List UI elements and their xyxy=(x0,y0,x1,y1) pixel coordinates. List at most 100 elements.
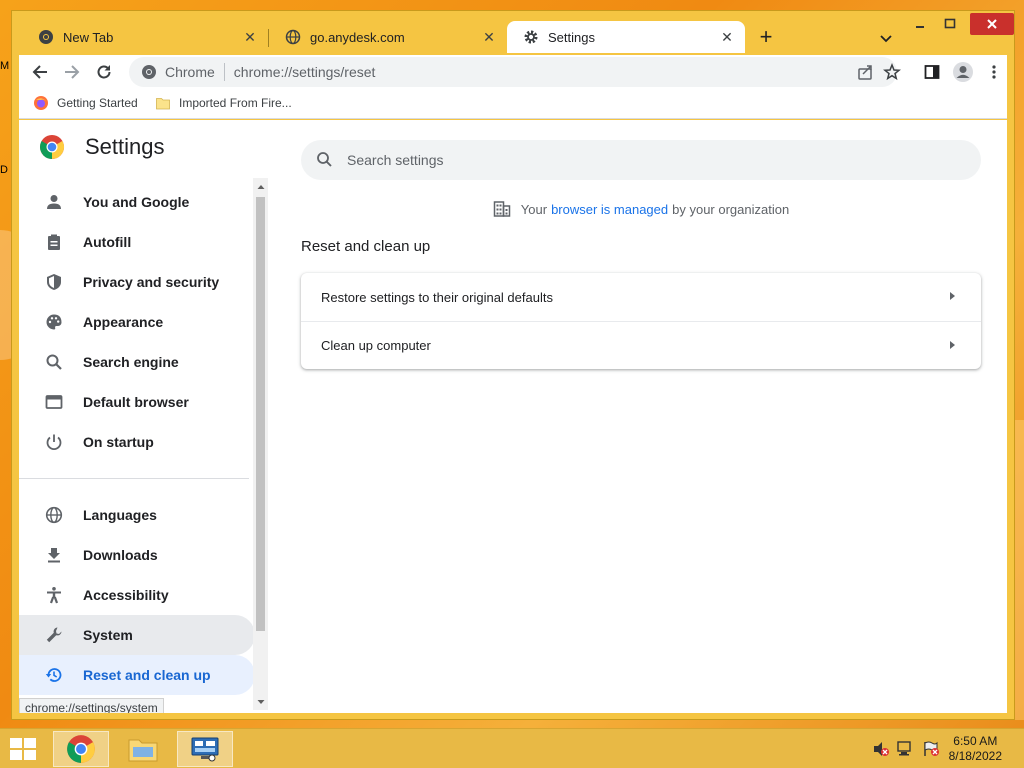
sidebar-item-label: You and Google xyxy=(83,194,190,210)
desktop-text-fragment: M xyxy=(0,60,10,72)
sidebar-item-label: On startup xyxy=(83,434,154,450)
managed-notice: Your browser is managed by your organiza… xyxy=(291,200,991,218)
clock-date: 8/18/2022 xyxy=(948,749,1002,763)
browser-window: New Tab ✕ go.anydesk.com ✕ Settings ✕ + xyxy=(11,10,1015,720)
minimize-button[interactable] xyxy=(907,13,933,35)
bookmark-label: Imported From Fire... xyxy=(179,96,292,110)
settings-page: Settings You and Google Autofill Privacy… xyxy=(19,120,1007,713)
taskbar-remote-desktop[interactable] xyxy=(177,731,233,767)
tab-strip: New Tab ✕ go.anydesk.com ✕ Settings ✕ + xyxy=(12,11,1014,55)
network-icon[interactable] xyxy=(897,741,915,757)
maximize-button[interactable] xyxy=(937,13,963,35)
managed-text-suffix: by your organization xyxy=(672,201,790,217)
clipboard-icon xyxy=(44,232,64,252)
restore-defaults-row[interactable]: Restore settings to their original defau… xyxy=(301,273,981,321)
sidebar-item-appearance[interactable]: Appearance xyxy=(19,302,255,342)
avatar-icon xyxy=(953,62,973,82)
close-icon[interactable]: ✕ xyxy=(242,29,258,45)
action-center-flag-icon[interactable] xyxy=(922,741,940,757)
sidebar-item-label: System xyxy=(83,627,133,643)
accessibility-icon xyxy=(44,585,64,605)
side-panel-button[interactable] xyxy=(919,59,945,85)
forward-button[interactable] xyxy=(59,59,85,85)
clean-up-computer-row[interactable]: Clean up computer xyxy=(301,321,981,369)
chrome-icon xyxy=(142,65,156,79)
close-icon[interactable]: ✕ xyxy=(719,29,735,45)
reload-icon xyxy=(97,65,111,79)
sidebar-item-label: Privacy and security xyxy=(83,274,220,290)
sidebar-item-search-engine[interactable]: Search engine xyxy=(19,342,255,382)
window-close-button[interactable] xyxy=(970,13,1014,35)
omnibox-site-label: Chrome xyxy=(165,64,215,80)
bookmarks-bar: Getting Started Imported From Fire... xyxy=(19,89,1007,119)
scroll-thumb[interactable] xyxy=(256,197,265,631)
sidebar-scrollbar[interactable] xyxy=(253,178,268,710)
windows-logo-icon xyxy=(10,738,36,760)
taskbar-chrome[interactable] xyxy=(53,731,109,767)
tab-anydesk[interactable]: go.anydesk.com ✕ xyxy=(269,21,507,53)
wrench-icon xyxy=(44,625,64,645)
system-clock[interactable]: 6:50 AM 8/18/2022 xyxy=(949,734,1002,764)
bookmark-getting-started[interactable]: Getting Started xyxy=(33,95,138,111)
download-icon xyxy=(44,545,64,565)
volume-muted-icon[interactable] xyxy=(872,741,890,757)
menu-button[interactable] xyxy=(981,59,1007,85)
tab-search-button[interactable] xyxy=(874,27,898,51)
more-vert-icon xyxy=(992,65,996,79)
reload-button[interactable] xyxy=(91,59,117,85)
back-arrow-icon xyxy=(32,65,47,79)
sidebar-item-accessibility[interactable]: Accessibility xyxy=(19,575,255,615)
sidebar-item-label: Search engine xyxy=(83,354,179,370)
tab-new-tab[interactable]: New Tab ✕ xyxy=(22,21,268,53)
arrow-right-icon xyxy=(950,341,955,349)
chevron-down-icon xyxy=(880,35,892,43)
omnibox-divider xyxy=(223,63,225,81)
sidebar-item-default-browser[interactable]: Default browser xyxy=(19,382,255,422)
tab-settings[interactable]: Settings ✕ xyxy=(507,21,745,53)
power-icon xyxy=(44,432,64,452)
back-button[interactable] xyxy=(27,59,53,85)
chrome-icon xyxy=(38,29,54,45)
sidebar-item-downloads[interactable]: Downloads xyxy=(19,535,255,575)
bookmark-imported-folder[interactable]: Imported From Fire... xyxy=(155,95,292,111)
settings-nav: You and Google Autofill Privacy and secu… xyxy=(19,182,255,695)
search-settings-box[interactable] xyxy=(301,140,981,180)
search-input[interactable] xyxy=(347,152,947,168)
section-title: Reset and clean up xyxy=(301,238,431,255)
share-icon[interactable] xyxy=(857,63,875,84)
taskbar-file-explorer[interactable] xyxy=(115,731,171,767)
settings-sidebar: Settings You and Google Autofill Privacy… xyxy=(19,120,271,713)
forward-arrow-icon xyxy=(65,65,80,79)
firefox-icon xyxy=(34,96,48,110)
chrome-logo-icon xyxy=(39,135,65,159)
bookmark-star-button[interactable] xyxy=(879,59,905,85)
search-icon xyxy=(317,152,332,167)
sidebar-item-on-startup[interactable]: On startup xyxy=(19,422,255,462)
start-button[interactable] xyxy=(10,738,36,760)
settings-header: Settings xyxy=(39,134,165,160)
managed-info-link[interactable]: browser is managed xyxy=(551,202,668,217)
link-status-bubble: chrome://settings/system xyxy=(19,698,164,713)
sidebar-item-languages[interactable]: Languages xyxy=(19,495,255,535)
profile-button[interactable] xyxy=(950,59,976,85)
sidebar-item-you-and-google[interactable]: You and Google xyxy=(19,182,255,222)
building-icon xyxy=(493,201,511,217)
sidebar-item-reset[interactable]: Reset and clean up xyxy=(19,655,255,695)
omnibox-url[interactable]: chrome://settings/reset xyxy=(234,64,376,80)
close-icon[interactable]: ✕ xyxy=(481,29,497,45)
scroll-down-arrow-icon[interactable] xyxy=(253,693,268,710)
new-tab-button[interactable]: + xyxy=(754,26,778,51)
chrome-logo-icon xyxy=(67,735,95,763)
sidebar-item-label: Downloads xyxy=(83,547,158,563)
taskbar: 6:50 AM 8/18/2022 xyxy=(0,728,1024,768)
sidebar-item-label: Accessibility xyxy=(83,587,169,603)
sidebar-item-privacy-security[interactable]: Privacy and security xyxy=(19,262,255,302)
browser-toolbar: Chrome chrome://settings/reset xyxy=(19,55,1007,89)
scroll-up-arrow-icon[interactable] xyxy=(253,178,268,195)
person-icon xyxy=(44,192,64,212)
folder-icon xyxy=(156,98,170,110)
row-label: Clean up computer xyxy=(321,338,431,353)
sidebar-item-system[interactable]: System xyxy=(19,615,255,655)
address-bar[interactable]: Chrome chrome://settings/reset xyxy=(129,57,897,87)
sidebar-item-autofill[interactable]: Autofill xyxy=(19,222,255,262)
